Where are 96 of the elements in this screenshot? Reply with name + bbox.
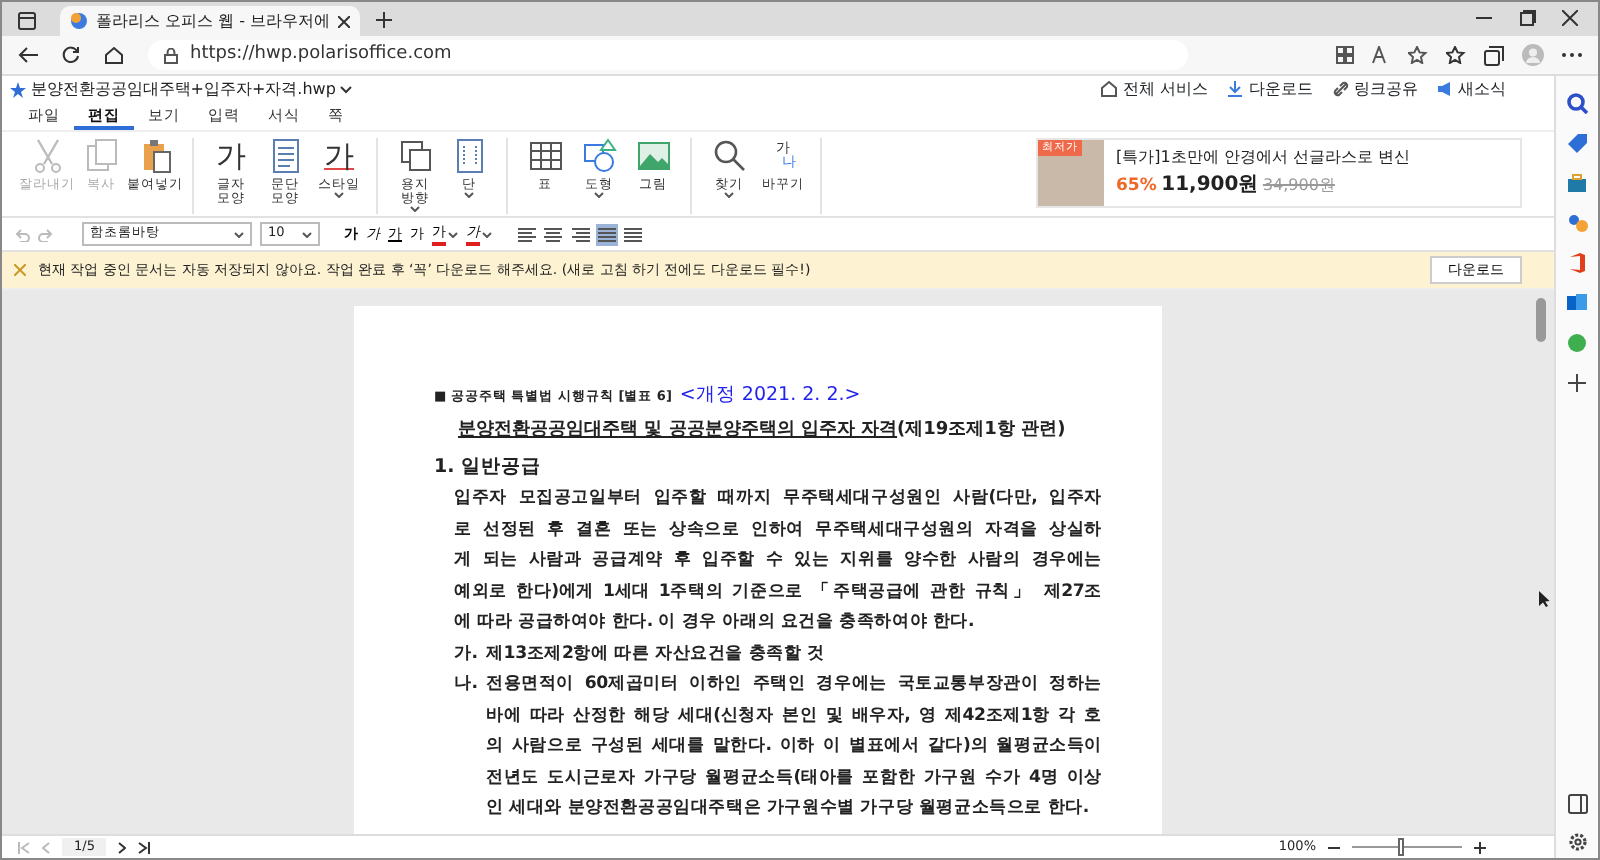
align-button[interactable] (542, 223, 565, 245)
read-aloud-icon[interactable] (1372, 46, 1390, 64)
zoom-out-icon[interactable] (1328, 841, 1340, 853)
close-icon[interactable] (338, 15, 351, 27)
app-logo-icon (10, 81, 26, 97)
caret-icon (464, 192, 474, 199)
paragraph-line: 에 따라 공급하여야 한다. 이 경우 아래의 요건을 충족하여야 한다. (454, 610, 977, 636)
list-item-line: 전용면적이 60제곱미터 이하인 주택인 경우에는 국토교통부장관이 정하는 (486, 672, 1102, 698)
address-field[interactable]: https://hwp.polarisoffice.com (148, 40, 1188, 70)
document-title: 분양전환공공임대주택 및 공공분양주택의 입주자 자격 (458, 418, 898, 445)
align-right-icon (571, 225, 589, 243)
toolbox-icon[interactable] (1566, 172, 1588, 194)
align-justify-icon (597, 225, 616, 243)
align-button[interactable] (516, 223, 538, 245)
paragraph-line: 입주자 모집공고일부터 입주할 때까지 무주택세대구성원인 사람(다만, 입주자 (454, 486, 1102, 512)
mouse-pointer-icon (1538, 590, 1550, 608)
browser-tab[interactable]: 폴라리스 오피스 웹 - 브라우저에 (60, 6, 360, 36)
collections-icon[interactable] (1484, 45, 1504, 65)
favorites-icon[interactable] (1446, 46, 1466, 64)
list-marker: 가. (454, 641, 480, 667)
back-icon[interactable] (18, 46, 38, 64)
paragraph-line: 예외로 한다)에게 1세대 1주택의 기준으로 「주택공급에 관한 규칙」 제27조 (454, 579, 1102, 605)
copy-icon (83, 138, 119, 174)
favorite-add-icon[interactable] (1408, 46, 1428, 64)
list-marker: 나. (454, 672, 480, 698)
discount-text: 65% (1116, 174, 1157, 200)
align-button[interactable] (569, 223, 591, 245)
style-icon: 가 (321, 138, 357, 174)
caret-icon (410, 206, 420, 213)
tag-icon[interactable] (1566, 132, 1588, 154)
caret-icon (724, 192, 734, 199)
header-link[interactable]: 다운로드 (1226, 77, 1313, 101)
caret-icon (482, 231, 492, 237)
list-item-line: 인 세대와 분양전환공공임대주택은 가구원수별 가구당 월평균소득으로 한다. (486, 796, 1091, 822)
caret-icon (594, 192, 604, 199)
align-button[interactable] (595, 223, 618, 245)
close-icon[interactable] (1562, 10, 1578, 26)
tab-title: 폴라리스 오피스 웹 - 브라우저에 (96, 9, 331, 33)
last-page-icon[interactable] (138, 841, 151, 853)
search-icon[interactable] (1566, 92, 1588, 114)
news-icon (1435, 80, 1454, 98)
tab-actions-icon[interactable] (18, 12, 36, 30)
list-item-line: 바에 따라 산정한 해당 세대(신청자 본인 및 배우자, 영 제42조제1항 각 호 (486, 703, 1102, 729)
paragraph-line: 게 되는 사람과 공급계약 후 입주할 수 있는 지위를 양수한 사람의 경우에는 (454, 548, 1102, 574)
price-text: 11,900원 (1161, 172, 1259, 200)
download-icon (1226, 80, 1245, 98)
url-text: https://hwp.polarisoffice.com (190, 41, 452, 68)
zoom-slider-thumb[interactable] (1397, 838, 1404, 856)
list-item-line: 전년도 도시근로자 가구당 월평균소득(태아를 포함한 가구원 수가 4명 이상 (486, 765, 1102, 791)
next-page-icon[interactable] (118, 841, 127, 853)
columns-icon (451, 138, 487, 174)
home-icon[interactable] (104, 46, 124, 64)
section-heading: 1. 일반공급 (434, 453, 544, 482)
table-icon (527, 138, 563, 174)
align-left-icon (518, 225, 536, 243)
search-icon (711, 138, 747, 174)
title-reference: (제19조제1항 관련) (897, 418, 1066, 445)
file-name[interactable]: 분양전환공공임대주택+입주자+자격.hwp (30, 77, 336, 101)
caret-icon (302, 231, 312, 237)
apps-icon[interactable] (1336, 46, 1354, 64)
reload-icon[interactable] (62, 46, 80, 64)
caret-icon (234, 231, 244, 237)
list-item-line: 의 사람으로 구성된 세대를 말한다. 이하 이 별표에서 같다)의 월평균소득이 (486, 734, 1102, 760)
header-link[interactable]: 전체 서비스 (1100, 77, 1209, 101)
align-distribute-icon (624, 225, 642, 243)
link-icon (1331, 80, 1349, 98)
page-orientation-icon (397, 138, 433, 174)
more-icon[interactable] (1562, 52, 1582, 58)
settings-icon[interactable] (1567, 832, 1587, 852)
circle-icon[interactable] (1566, 332, 1588, 354)
restore-icon[interactable] (1519, 10, 1535, 26)
sidebar-panel-icon[interactable] (1567, 794, 1587, 814)
align-center-icon (544, 225, 563, 243)
image-icon (635, 138, 671, 174)
new-tab-icon[interactable] (376, 12, 392, 28)
font-icon: 가 (213, 138, 249, 174)
header-link[interactable]: 새소식 (1435, 77, 1506, 101)
original-price: 34,900원 (1262, 174, 1335, 198)
app-logo-icon (70, 12, 88, 30)
paragraph-icon (267, 138, 303, 174)
revision-date: <개정 2021. 2. 2.> (679, 382, 861, 410)
align-button[interactable] (622, 223, 644, 245)
ad-title: [특가]1초만에 안경에서 선글라스로 변신 (1116, 146, 1410, 170)
add-icon[interactable] (1566, 372, 1588, 394)
caret-icon (334, 192, 344, 199)
scrollbar-thumb[interactable] (1536, 298, 1546, 342)
lock-icon (164, 47, 178, 63)
home-icon (1100, 80, 1119, 98)
caret-icon (448, 231, 458, 237)
caret-icon[interactable] (340, 85, 353, 93)
scissors-icon (29, 138, 65, 174)
list-item-line: 제13조제2항에 따른 자산요건을 충족할 것 (486, 641, 827, 667)
paragraph-line: 로 선정된 후 결혼 또는 상속으로 인하여 무주택세대구성원의 자격을 상실하 (454, 517, 1102, 543)
zoom-in-icon[interactable] (1474, 841, 1486, 853)
shapes-icon (581, 138, 617, 174)
header-link[interactable]: 링크공유 (1331, 77, 1418, 101)
